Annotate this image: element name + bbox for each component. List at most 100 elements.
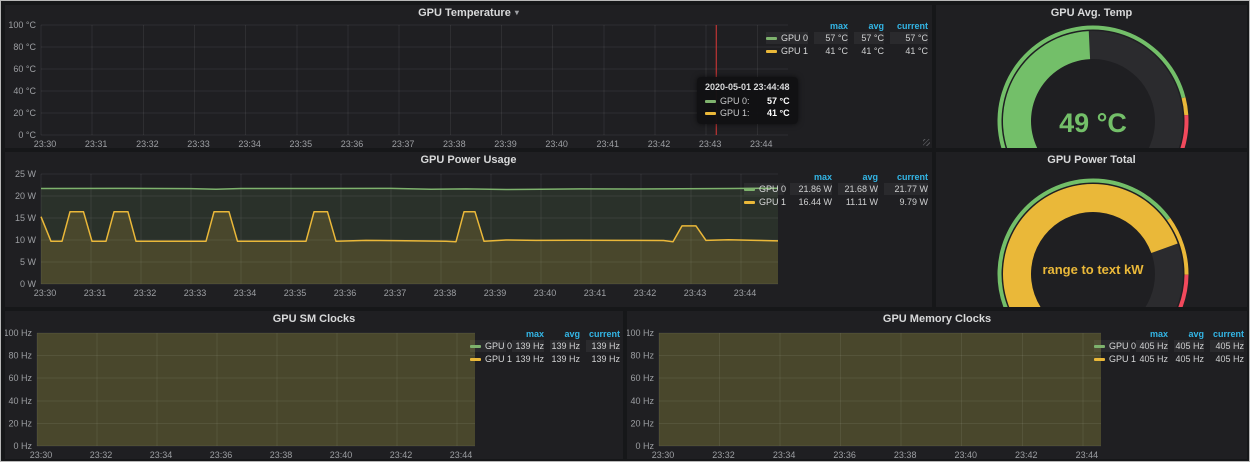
x-axis-tick: 23:42 <box>390 450 413 459</box>
x-axis-tick: 23:36 <box>833 450 856 459</box>
chart-tooltip: 2020-05-01 23:44:48 GPU 0: 57 °C GPU 1: … <box>697 77 798 124</box>
legend-value: 139 Hz <box>512 340 544 352</box>
legend-series-label: GPU 0 <box>485 340 512 352</box>
legend-series-gpu-1[interactable]: GPU 1 <box>766 45 808 57</box>
tooltip-row-gpu0: GPU 0: 57 °C <box>705 95 790 107</box>
x-axis-tick: 23:44 <box>734 288 757 298</box>
legend-series-gpu-0[interactable]: GPU 0 <box>1094 340 1130 352</box>
legend-series-label: GPU 1 <box>781 45 808 57</box>
legend-series-gpu-1[interactable]: GPU 1 <box>1094 353 1130 365</box>
legend-value: 139 Hz <box>586 340 620 352</box>
legend-header-current[interactable]: current <box>890 21 928 31</box>
panel-resize-handle[interactable] <box>923 139 930 146</box>
panel-gpu-temperature: GPU Temperature ▾ 2020-05-01 23:44:48 GP… <box>5 5 932 148</box>
panel-header-gpu-power-usage[interactable]: GPU Power Usage <box>5 152 932 168</box>
panel-header-gpu-avg-temp[interactable]: GPU Avg. Temp <box>936 5 1247 21</box>
legend-series-gpu-1[interactable]: GPU 1 <box>744 196 784 208</box>
y-axis-tick: 60 °C <box>13 64 36 74</box>
x-axis-tick: 23:31 <box>84 288 107 298</box>
x-axis-tick: 23:43 <box>699 139 722 148</box>
legend-header-current[interactable]: current <box>586 329 620 339</box>
panel-gpu-avg-temp: GPU Avg. Temp 49 °C <box>936 5 1247 148</box>
legend-value: 21.86 W <box>790 183 832 195</box>
legend-value: 405 Hz <box>1174 340 1204 352</box>
panel-title: GPU SM Clocks <box>273 313 356 325</box>
x-axis-tick: 23:38 <box>434 288 457 298</box>
y-axis-tick: 60 Hz <box>630 373 654 383</box>
legend-value: 139 Hz <box>512 353 544 365</box>
x-axis-tick: 23:33 <box>184 288 207 298</box>
legend-value: 139 Hz <box>586 353 620 365</box>
legend-header-avg[interactable]: avg <box>550 329 580 339</box>
legend-header-avg[interactable]: avg <box>1174 329 1204 339</box>
legend-header-max[interactable]: max <box>814 21 848 31</box>
x-axis-tick: 23:44 <box>1076 450 1099 459</box>
gpu-avg-temp-gauge-arc <box>1182 97 1189 115</box>
legend-header-avg[interactable]: avg <box>854 21 884 31</box>
panel-title: GPU Temperature <box>418 7 511 19</box>
legend-header-max[interactable]: max <box>790 172 832 182</box>
legend-value: 9.79 W <box>884 196 928 208</box>
gpu-memory-clocks-legend: maxavgcurrentGPU 0405 Hz405 Hz405 HzGPU … <box>1094 329 1244 365</box>
y-axis-tick: 40 Hz <box>630 396 654 406</box>
series-color-dash <box>705 100 716 103</box>
legend-header-max[interactable]: max <box>1136 329 1168 339</box>
tooltip-row-gpu1: GPU 1: 41 °C <box>705 107 790 119</box>
panel-header-gpu-temperature[interactable]: GPU Temperature ▾ <box>5 5 932 21</box>
x-axis-tick: 23:43 <box>684 288 707 298</box>
x-axis-tick: 23:32 <box>134 288 157 298</box>
x-axis-tick: 23:36 <box>334 288 357 298</box>
tooltip-series-value: 57 °C <box>759 95 790 107</box>
series-color-dash <box>705 112 716 115</box>
x-axis-tick: 23:37 <box>392 139 415 148</box>
panel-header-gpu-memory-clocks[interactable]: GPU Memory Clocks <box>627 311 1247 327</box>
y-axis-tick: 20 Hz <box>630 418 654 428</box>
panel-header-gpu-sm-clocks[interactable]: GPU SM Clocks <box>5 311 623 327</box>
x-axis-tick: 23:32 <box>90 450 113 459</box>
x-axis-tick: 23:44 <box>450 450 473 459</box>
legend-header-max[interactable]: max <box>512 329 544 339</box>
y-axis-tick: 80 °C <box>13 42 36 52</box>
legend-header-avg[interactable]: avg <box>838 172 878 182</box>
y-axis-tick: 20 W <box>15 191 37 201</box>
x-axis-tick: 23:30 <box>34 288 57 298</box>
y-axis-tick: 5 W <box>20 257 37 267</box>
y-axis-tick: 40 Hz <box>8 396 32 406</box>
panel-menu-caret-icon[interactable]: ▾ <box>515 9 519 17</box>
x-axis-tick: 23:42 <box>648 139 671 148</box>
series-color-dash <box>470 358 481 361</box>
tooltip-timestamp: 2020-05-01 23:44:48 <box>705 82 790 92</box>
legend-value: 405 Hz <box>1136 353 1168 365</box>
x-axis-tick: 23:30 <box>652 450 675 459</box>
y-axis-tick: 20 Hz <box>8 418 32 428</box>
legend-series-label: GPU 0 <box>781 32 808 44</box>
legend-value: 41 °C <box>890 45 928 57</box>
series-color-dash <box>744 188 755 191</box>
x-axis-tick: 23:34 <box>773 450 796 459</box>
y-axis-tick: 15 W <box>15 213 37 223</box>
x-axis-tick: 23:41 <box>597 139 620 148</box>
legend-value: 21.77 W <box>884 183 928 195</box>
legend-value: 57 °C <box>890 32 928 44</box>
panel-header-gpu-power-total[interactable]: GPU Power Total <box>936 152 1247 168</box>
legend-header-current[interactable]: current <box>1210 329 1244 339</box>
legend-header-current[interactable]: current <box>884 172 928 182</box>
x-axis-tick: 23:37 <box>384 288 407 298</box>
y-axis-tick: 100 Hz <box>627 328 654 338</box>
legend-series-gpu-0[interactable]: GPU 0 <box>744 183 784 195</box>
legend-value: 11.11 W <box>838 196 878 208</box>
legend-value: 405 Hz <box>1210 340 1244 352</box>
legend-series-label: GPU 1 <box>1109 353 1136 365</box>
legend-series-label: GPU 1 <box>485 353 512 365</box>
legend-series-gpu-1[interactable]: GPU 1 <box>470 353 506 365</box>
legend-series-gpu-0[interactable]: GPU 0 <box>766 32 808 44</box>
x-axis-tick: 23:40 <box>534 288 557 298</box>
legend-value: 57 °C <box>854 32 884 44</box>
x-axis-tick: 23:42 <box>634 288 657 298</box>
legend-value: 139 Hz <box>550 353 580 365</box>
legend-series-gpu-0[interactable]: GPU 0 <box>470 340 506 352</box>
x-axis-tick: 23:34 <box>238 139 261 148</box>
gpu-power-total-value-text: range to text kW <box>1042 262 1144 277</box>
gpu-temperature-legend: maxavgcurrentGPU 057 °C57 °C57 °CGPU 141… <box>766 21 928 57</box>
x-axis-tick: 23:36 <box>341 139 364 148</box>
